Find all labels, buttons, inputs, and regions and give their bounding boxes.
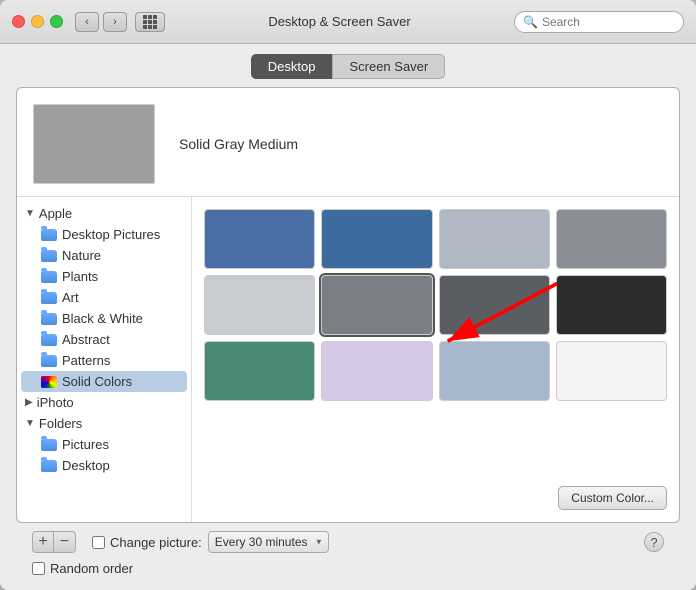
tab-screensaver[interactable]: Screen Saver	[332, 54, 445, 79]
color-swatch-gray-light[interactable]	[439, 209, 550, 269]
grid-view-button[interactable]	[135, 12, 165, 32]
sidebar-section-iphoto[interactable]: ▶ iPhoto	[17, 392, 191, 413]
random-order-checkbox-label[interactable]: Random order	[32, 561, 133, 576]
sidebar-section-apple[interactable]: ▼ Apple	[17, 203, 191, 224]
triangle-right-icon: ▶	[25, 397, 33, 408]
bottom-bar: + − Change picture: Every 30 minutesEver…	[16, 523, 680, 561]
folder-icon	[41, 313, 57, 325]
folder-icon	[41, 355, 57, 367]
sidebar-item-desktop-folder[interactable]: Desktop	[17, 455, 191, 476]
preview-area: Solid Gray Medium	[17, 88, 679, 197]
close-button[interactable]	[12, 15, 25, 28]
color-swatch-blue-mist[interactable]	[439, 341, 550, 401]
sidebar-item-label: Desktop	[62, 458, 110, 473]
window: ‹ › Desktop & Screen Saver 🔍 Desktop Scr…	[0, 0, 696, 590]
sidebar-item-plants[interactable]: Plants	[17, 266, 191, 287]
solid-colors-icon	[41, 376, 57, 388]
change-picture-label: Change picture:	[110, 535, 202, 550]
color-swatch-gray-medium[interactable]	[321, 275, 432, 335]
content-panel: Solid Gray Medium ▼ Apple Desktop Pictur…	[16, 87, 680, 523]
random-order-row: Random order	[16, 561, 680, 582]
sidebar-item-abstract[interactable]: Abstract	[17, 329, 191, 350]
sidebar-item-label: Plants	[62, 269, 98, 284]
random-order-label: Random order	[50, 561, 133, 576]
color-swatch-gray-lighter[interactable]	[204, 275, 315, 335]
search-input[interactable]	[542, 15, 675, 29]
color-grid-area: Custom Color...	[192, 197, 679, 522]
color-swatch-blue-steel[interactable]	[204, 209, 315, 269]
sidebar-item-nature[interactable]: Nature	[17, 245, 191, 266]
color-grid	[204, 209, 667, 401]
minimize-button[interactable]	[31, 15, 44, 28]
add-remove-buttons: + −	[32, 531, 76, 553]
sidebar-section-folders[interactable]: ▼ Folders	[17, 413, 191, 434]
search-box[interactable]: 🔍	[514, 11, 684, 33]
folder-icon	[41, 334, 57, 346]
interval-dropdown[interactable]: Every 30 minutesEvery 5 secondsEvery min…	[208, 531, 329, 553]
sidebar-item-label: Abstract	[62, 332, 110, 347]
color-swatch-gray-dark[interactable]	[556, 209, 667, 269]
sidebar: ▼ Apple Desktop Pictures Nature Plants	[17, 197, 192, 522]
preview-image	[33, 104, 155, 184]
sidebar-item-label: Art	[62, 290, 79, 305]
sidebar-section-folders-label: Folders	[39, 416, 82, 431]
change-picture-checkbox[interactable]	[92, 536, 105, 549]
preview-label: Solid Gray Medium	[179, 136, 298, 152]
change-picture-checkbox-label[interactable]: Change picture:	[92, 535, 202, 550]
search-icon: 🔍	[523, 15, 538, 29]
sidebar-item-label: Nature	[62, 248, 101, 263]
triangle-down-icon: ▼	[25, 208, 35, 219]
sidebar-item-patterns[interactable]: Patterns	[17, 350, 191, 371]
folder-icon	[41, 292, 57, 304]
sidebar-item-art[interactable]: Art	[17, 287, 191, 308]
folder-icon	[41, 439, 57, 451]
color-swatch-black[interactable]	[556, 275, 667, 335]
sidebar-item-label: Patterns	[62, 353, 110, 368]
sidebar-item-label: Solid Colors	[62, 374, 132, 389]
custom-color-button[interactable]: Custom Color...	[558, 486, 667, 510]
help-button[interactable]: ?	[644, 532, 664, 552]
color-swatch-lavender-light[interactable]	[321, 341, 432, 401]
color-swatch-gray-darker[interactable]	[439, 275, 550, 335]
back-button[interactable]: ‹	[75, 12, 99, 32]
folder-icon	[41, 229, 57, 241]
tabbar: Desktop Screen Saver	[0, 44, 696, 87]
nav-buttons: ‹ ›	[75, 12, 165, 32]
folder-icon	[41, 250, 57, 262]
add-button[interactable]: +	[32, 531, 54, 553]
folder-icon	[41, 271, 57, 283]
tab-desktop[interactable]: Desktop	[251, 54, 333, 79]
traffic-lights	[12, 15, 63, 28]
color-swatch-white[interactable]	[556, 341, 667, 401]
folder-icon	[41, 460, 57, 472]
sidebar-item-label: Black & White	[62, 311, 143, 326]
sidebar-item-label: Desktop Pictures	[62, 227, 160, 242]
interval-dropdown-wrapper: Every 30 minutesEvery 5 secondsEvery min…	[208, 531, 329, 553]
grid-icon	[143, 15, 157, 29]
browser-area: ▼ Apple Desktop Pictures Nature Plants	[17, 197, 679, 522]
sidebar-section-apple-label: Apple	[39, 206, 72, 221]
sidebar-item-solid-colors[interactable]: Solid Colors	[21, 371, 187, 392]
sidebar-item-label: Pictures	[62, 437, 109, 452]
remove-button[interactable]: −	[54, 531, 76, 553]
window-title: Desktop & Screen Saver	[165, 14, 514, 29]
sidebar-item-pictures[interactable]: Pictures	[17, 434, 191, 455]
color-swatch-teal[interactable]	[204, 341, 315, 401]
random-order-checkbox[interactable]	[32, 562, 45, 575]
main-content: Solid Gray Medium ▼ Apple Desktop Pictur…	[0, 87, 696, 590]
triangle-down-icon: ▼	[25, 418, 35, 429]
color-swatch-blue-medium[interactable]	[321, 209, 432, 269]
maximize-button[interactable]	[50, 15, 63, 28]
titlebar: ‹ › Desktop & Screen Saver 🔍	[0, 0, 696, 44]
forward-button[interactable]: ›	[103, 12, 127, 32]
sidebar-item-black-white[interactable]: Black & White	[17, 308, 191, 329]
change-picture-row: Change picture: Every 30 minutesEvery 5 …	[92, 531, 329, 553]
sidebar-section-iphoto-label: iPhoto	[37, 395, 74, 410]
sidebar-item-desktop-pictures[interactable]: Desktop Pictures	[17, 224, 191, 245]
